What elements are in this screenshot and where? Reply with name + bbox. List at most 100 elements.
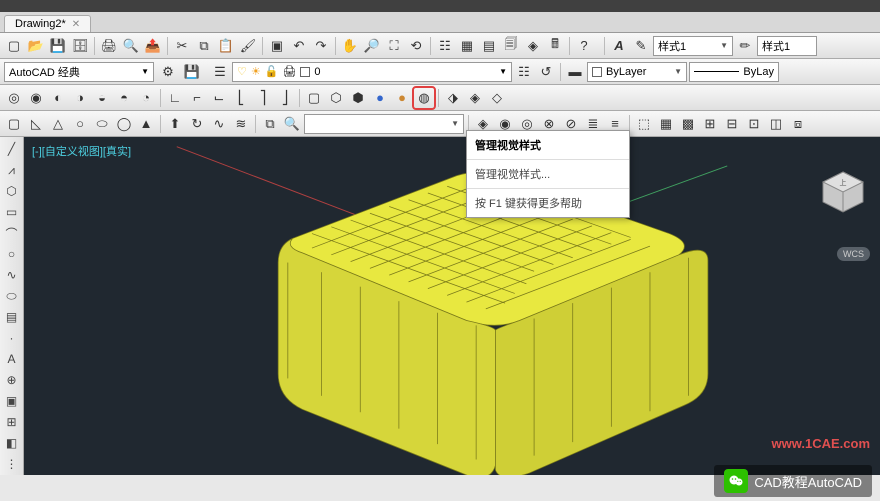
render-icon-2[interactable]: ◈ xyxy=(465,88,485,108)
view-icon-6[interactable]: ◓ xyxy=(114,88,134,108)
circle-icon[interactable]: ○ xyxy=(2,244,22,264)
pyramid-icon[interactable]: ▲ xyxy=(136,114,156,134)
toolpalettes-icon[interactable]: ▤ xyxy=(479,36,499,56)
editstyle-icon[interactable]: ✏ xyxy=(735,36,755,56)
arc-icon[interactable]: ⌒ xyxy=(2,223,22,243)
pan-icon[interactable]: ✋ xyxy=(340,36,360,56)
publish-icon[interactable]: 📤 xyxy=(143,36,163,56)
document-tab[interactable]: Drawing2* ✕ xyxy=(4,15,91,32)
ucs-icon-4[interactable]: ⎣ xyxy=(231,88,251,108)
more-icon[interactable]: ⋮ xyxy=(2,454,22,474)
cone-icon[interactable]: △ xyxy=(48,114,68,134)
visual-style-dropdown[interactable]: ▼ xyxy=(304,114,464,134)
view-icon-4[interactable]: ◑ xyxy=(70,88,90,108)
mesh-icon-2[interactable]: ▦ xyxy=(656,114,676,134)
realistic-icon[interactable]: ● xyxy=(370,88,390,108)
line-icon[interactable]: ╱ xyxy=(2,139,22,159)
viewport[interactable]: [-][自定义视图][真实] .COM xyxy=(24,137,880,475)
viewcube[interactable]: 上 xyxy=(818,167,868,217)
paste-icon[interactable]: 📋 xyxy=(216,36,236,56)
view-icon-2[interactable]: ◉ xyxy=(26,88,46,108)
block-make-icon[interactable]: ▣ xyxy=(2,391,22,411)
redo-icon[interactable]: ↷ xyxy=(311,36,331,56)
copy-icon[interactable]: ⧉ xyxy=(194,36,214,56)
box-icon[interactable]: ▢ xyxy=(4,114,24,134)
slice-icon[interactable]: 🔍 xyxy=(282,114,302,134)
zoom-window-icon[interactable]: ⛶ xyxy=(384,36,404,56)
color-dropdown[interactable]: ByLayer ▼ xyxy=(587,62,687,82)
ucs-icon-1[interactable]: ∟ xyxy=(165,88,185,108)
calc-icon[interactable]: 🖩 xyxy=(545,36,565,56)
text-style-dropdown[interactable]: 样式1 ▼ xyxy=(653,36,733,56)
sheetset-icon[interactable]: 🗐 xyxy=(501,36,521,56)
polyline-icon[interactable]: ⩘ xyxy=(2,160,22,180)
mesh-icon-3[interactable]: ▩ xyxy=(678,114,698,134)
preview-icon[interactable]: 🔍 xyxy=(121,36,141,56)
workspace-dropdown[interactable]: AutoCAD 经典 ▼ xyxy=(4,62,154,82)
polygon-icon[interactable]: ⬡ xyxy=(2,181,22,201)
mesh-icon-6[interactable]: ⊡ xyxy=(744,114,764,134)
extrude-icon[interactable]: ⬆ xyxy=(165,114,185,134)
render-icon-1[interactable]: ⬗ xyxy=(443,88,463,108)
match-icon[interactable]: 🖌 xyxy=(238,36,258,56)
torus-icon[interactable]: ◯ xyxy=(114,114,134,134)
new-icon[interactable]: ▢ xyxy=(4,36,24,56)
hidden-icon[interactable]: ⬢ xyxy=(348,88,368,108)
insert-icon[interactable]: ⊕ xyxy=(2,370,22,390)
textstyle-a-icon[interactable]: A xyxy=(609,36,629,56)
wcs-badge[interactable]: WCS xyxy=(837,247,870,261)
wedge-icon[interactable]: ◺ xyxy=(26,114,46,134)
undo-icon[interactable]: ↶ xyxy=(289,36,309,56)
layer-manager-icon[interactable]: ☰ xyxy=(210,62,230,82)
rectangle-icon[interactable]: ▭ xyxy=(2,202,22,222)
table-icon[interactable]: ⊞ xyxy=(2,412,22,432)
view-icon-7[interactable]: ◔ xyxy=(136,88,156,108)
ucs-icon-2[interactable]: ⌐ xyxy=(187,88,207,108)
mesh-icon-4[interactable]: ⊞ xyxy=(700,114,720,134)
workspace-save-icon[interactable]: 💾 xyxy=(182,62,202,82)
layer-prev-icon[interactable]: ↺ xyxy=(536,62,556,82)
ellipse-icon[interactable]: ⬭ xyxy=(2,286,22,306)
section-icon[interactable]: ⧉ xyxy=(260,114,280,134)
cylinder-icon[interactable]: ⬭ xyxy=(92,114,112,134)
view-icon-3[interactable]: ◐ xyxy=(48,88,68,108)
layer-dropdown[interactable]: ♡ ☀ 🔓 🖨 0 ▼ xyxy=(232,62,512,82)
spline-icon[interactable]: ∿ xyxy=(2,265,22,285)
help-icon[interactable]: ? xyxy=(574,36,594,56)
revolve-icon[interactable]: ↻ xyxy=(187,114,207,134)
linetype-dropdown[interactable]: ByLay xyxy=(689,62,779,82)
save-icon[interactable]: 💾 xyxy=(48,36,68,56)
brush-icon[interactable]: ✎ xyxy=(631,36,651,56)
designcenter-icon[interactable]: ▦ xyxy=(457,36,477,56)
mesh-icon-8[interactable]: ⧈ xyxy=(788,114,808,134)
markup-icon[interactable]: ◈ xyxy=(523,36,543,56)
hatch-icon[interactable]: ▤ xyxy=(2,307,22,327)
workspace-gear-icon[interactable]: ⚙ xyxy=(158,62,178,82)
zoom-icon[interactable]: 🔎 xyxy=(362,36,382,56)
block-icon[interactable]: ▣ xyxy=(267,36,287,56)
ucs-icon-6[interactable]: ⎦ xyxy=(275,88,295,108)
ucs-icon-3[interactable]: ⌙ xyxy=(209,88,229,108)
linetype-icon[interactable]: ▬ xyxy=(565,62,585,82)
sphere-icon[interactable]: ○ xyxy=(70,114,90,134)
properties-icon[interactable]: ☷ xyxy=(435,36,455,56)
manage-visual-styles-button[interactable]: ◍ xyxy=(414,88,434,108)
wireframe-2d-icon[interactable]: ▢ xyxy=(304,88,324,108)
text-icon[interactable]: A xyxy=(2,349,22,369)
view-icon-5[interactable]: ◒ xyxy=(92,88,112,108)
mesh-icon-1[interactable]: ⬚ xyxy=(634,114,654,134)
dim-style-dropdown[interactable]: 样式1 xyxy=(757,36,817,56)
render-icon-3[interactable]: ◇ xyxy=(487,88,507,108)
mesh-icon-5[interactable]: ⊟ xyxy=(722,114,742,134)
conceptual-icon[interactable]: ● xyxy=(392,88,412,108)
print-icon[interactable]: 🖨 xyxy=(99,36,119,56)
sweep-icon[interactable]: ∿ xyxy=(209,114,229,134)
region-icon[interactable]: ◧ xyxy=(2,433,22,453)
layer-state-icon[interactable]: ☷ xyxy=(514,62,534,82)
mesh-icon-7[interactable]: ◫ xyxy=(766,114,786,134)
wireframe-3d-icon[interactable]: ⬡ xyxy=(326,88,346,108)
ucs-icon-5[interactable]: ⎤ xyxy=(253,88,273,108)
zoom-prev-icon[interactable]: ⟲ xyxy=(406,36,426,56)
view-icon[interactable]: ◎ xyxy=(4,88,24,108)
point-icon[interactable]: · xyxy=(2,328,22,348)
